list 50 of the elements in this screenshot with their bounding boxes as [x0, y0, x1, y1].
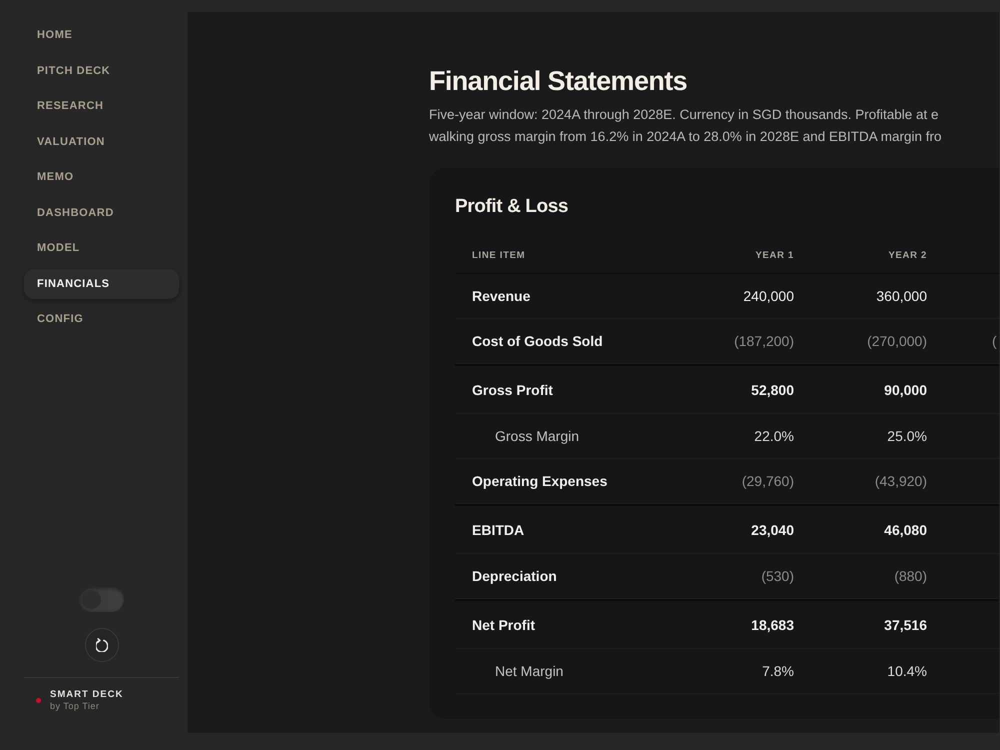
table-cell-text: Cost of Goods Sold — [471, 333, 603, 349]
table-cell: 7.8% — [762, 663, 794, 679]
brand-tagline: by Top Tier — [50, 701, 100, 712]
intro-text: Five-year window: 2024A through 2028E. Currency in SGD thousands. Profitable at e — [429, 106, 939, 124]
table-cell-text: Depreciation — [471, 568, 557, 584]
refresh-button[interactable] — [84, 628, 118, 662]
sidebar-item[interactable]: MEMO — [24, 162, 179, 192]
table-cell: (187,200) — [734, 333, 794, 349]
table-cell-text: Gross Margin — [494, 428, 580, 444]
table-cell: (880) — [894, 568, 927, 584]
toggle-switch[interactable] — [79, 587, 124, 612]
table-cell: 52,800 — [751, 382, 794, 398]
intro-text: walking gross margin from 16.2% in 2024A to 28.0% in 2028E and EBITDA margin fro — [429, 128, 942, 146]
table-cell: (530) — [761, 568, 794, 584]
table-cell-text: Net Profit — [471, 616, 535, 632]
table-cell: (43,920) — [874, 473, 927, 489]
dot-icon — [36, 698, 41, 703]
refresh-icon — [96, 638, 108, 652]
table-cell: 46,080 — [884, 522, 927, 538]
card-title: Profit & Loss — [455, 195, 568, 219]
sidebar-item[interactable]: HOME — [24, 20, 179, 50]
page-title: Financial Statements — [429, 65, 688, 98]
brand-name: SMART DECK — [50, 689, 124, 701]
table-cell: 10.4% — [887, 663, 927, 679]
table-cell: 25.0% — [887, 428, 927, 444]
sidebar-item[interactable]: RESEARCH — [24, 91, 179, 121]
column-header: YEAR 2 — [888, 250, 927, 261]
table-cell: 18,683 — [751, 616, 794, 632]
table-cell-text: ( — [991, 333, 997, 349]
sidebar-item[interactable]: VALUATION — [24, 126, 179, 156]
sidebar-item[interactable]: MODEL — [24, 233, 179, 263]
table-cell-text: Net Margin — [494, 663, 564, 679]
table-cell: 23,040 — [751, 522, 794, 538]
table-cell: 360,000 — [876, 288, 927, 304]
table-cell-text: Gross Profit — [471, 382, 553, 398]
sidebar-item[interactable]: PITCH DECK — [24, 56, 179, 86]
sidebar-item[interactable]: FINANCIALS — [24, 268, 179, 298]
table-cell: (270,000) — [867, 333, 927, 349]
table-cell: (29,760) — [742, 473, 794, 489]
table-cell-text: Revenue — [471, 288, 530, 304]
sidebar-item[interactable]: DASHBOARD — [24, 198, 179, 228]
column-header: YEAR 1 — [755, 250, 794, 261]
table-cell-text: Operating Expenses — [471, 473, 608, 489]
sidebar-item[interactable]: CONFIG — [24, 304, 179, 334]
table-cell-text: EBITDA — [471, 522, 524, 538]
table-cell: 90,000 — [884, 382, 927, 398]
table-cell: 37,516 — [884, 616, 927, 632]
table-cell: 22.0% — [754, 428, 794, 444]
table-cell: 240,000 — [743, 288, 794, 304]
column-header: LINE ITEM — [471, 250, 526, 261]
